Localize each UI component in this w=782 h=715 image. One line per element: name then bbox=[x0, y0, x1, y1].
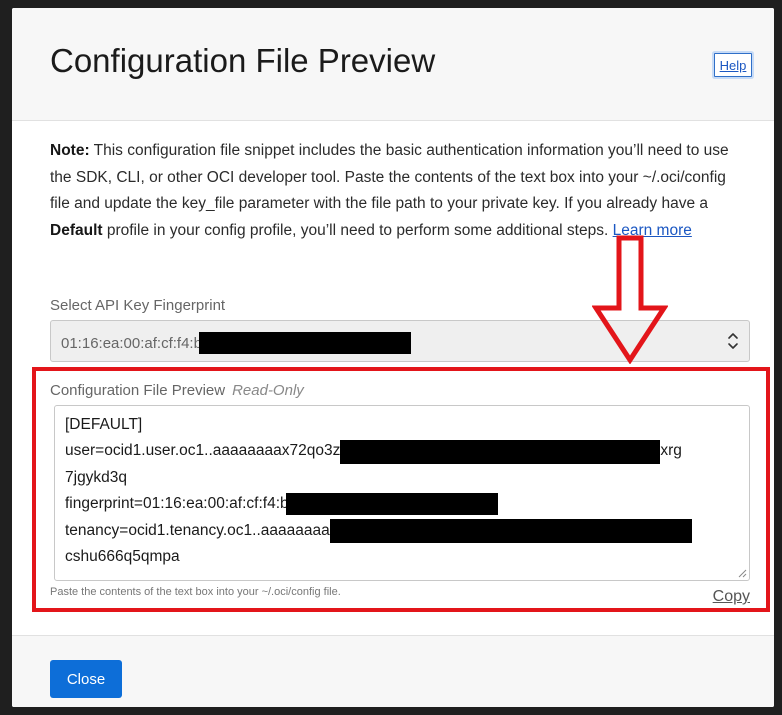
dialog-header: Configuration File Preview Help bbox=[12, 8, 774, 121]
config-preview-dialog: Configuration File Preview Help Note: Th… bbox=[12, 8, 774, 707]
note-bold-prefix: Note: bbox=[50, 142, 90, 159]
chevron-updown-icon bbox=[728, 333, 738, 349]
dialog-footer: Close bbox=[12, 635, 774, 707]
fingerprint-value-text: 01:16:ea:00:af:cf:f4:b bbox=[61, 334, 202, 352]
note-text-2: profile in your config profile, you’ll n… bbox=[102, 221, 613, 239]
down-arrow-annotation bbox=[592, 235, 668, 364]
note-text-1: This configuration file snippet includes… bbox=[50, 142, 729, 213]
redaction-bar bbox=[198, 332, 411, 354]
note-paragraph: Note: This configuration file snippet in… bbox=[50, 138, 750, 244]
close-button[interactable]: Close bbox=[50, 660, 122, 698]
fingerprint-select-value: 01:16:ea:00:af:cf:f4:b bbox=[61, 332, 411, 354]
fingerprint-select-label: Select API Key Fingerprint bbox=[50, 297, 226, 314]
annotation-highlight-box bbox=[32, 367, 770, 612]
note-bold-default: Default bbox=[50, 221, 103, 239]
dialog-title: Configuration File Preview bbox=[50, 42, 436, 79]
help-link[interactable]: Help bbox=[714, 53, 752, 77]
